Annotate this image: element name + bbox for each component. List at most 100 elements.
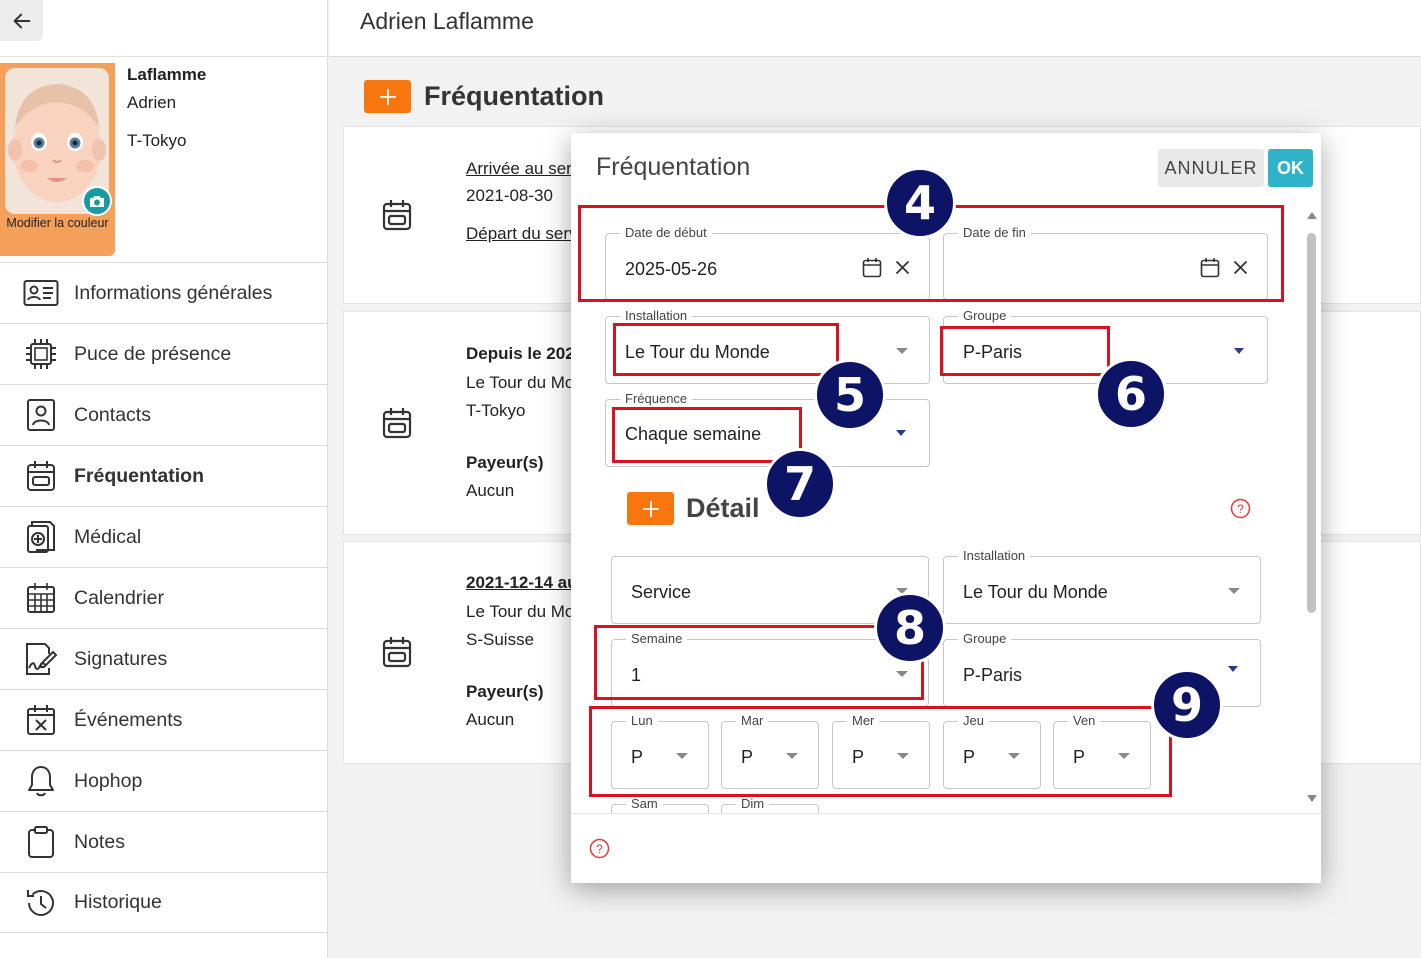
event-icon xyxy=(23,702,59,738)
field-label: Groupe xyxy=(958,308,1012,324)
camera-button[interactable] xyxy=(82,186,112,216)
nav-item-contacts[interactable]: Contacts xyxy=(0,384,328,445)
chevron-down-icon xyxy=(1234,348,1244,354)
highlight-frequency xyxy=(612,407,802,463)
payer-value: Aucun xyxy=(466,481,515,500)
page-title: Adrien Laflamme xyxy=(360,8,534,34)
field-label: Sam xyxy=(626,796,663,812)
history-icon xyxy=(23,885,59,921)
add-frequentation-button[interactable] xyxy=(364,80,411,113)
cancel-button[interactable]: ANNULER xyxy=(1158,149,1264,187)
nav-label: Calendrier xyxy=(74,586,164,609)
nav-item-evenements[interactable]: Événements xyxy=(0,689,328,750)
field-label: Groupe xyxy=(958,631,1012,647)
nav-item-frequentation[interactable]: Fréquentation xyxy=(0,445,328,506)
annotation-badge-8: 8 xyxy=(874,592,946,664)
card-group: S-Suisse xyxy=(466,630,535,649)
departure-label: Départ du serv xyxy=(466,224,578,243)
payer-label: Payeur(s) xyxy=(466,682,544,701)
annotation-badge-5: 5 xyxy=(814,359,886,431)
field-label: Fréquence xyxy=(620,391,693,407)
nav-label: Événements xyxy=(74,708,183,731)
card-installation: Le Tour du Mo xyxy=(466,373,575,392)
payer-label: Payeur(s) xyxy=(466,453,544,472)
annotation-badge-6: 6 xyxy=(1095,358,1167,430)
profile-photo-card[interactable]: Modifier la couleur xyxy=(0,63,115,256)
detail-group-value: P-Paris xyxy=(963,665,1023,685)
nav-label: Hophop xyxy=(74,769,143,792)
field-label: Installation xyxy=(620,308,693,324)
plus-icon xyxy=(379,88,396,105)
add-detail-button[interactable] xyxy=(627,492,674,525)
chevron-down-icon xyxy=(896,348,908,354)
help-icon[interactable]: ? xyxy=(589,838,610,859)
nav-item-historique[interactable]: Historique xyxy=(0,872,328,933)
calendar-icon xyxy=(382,200,412,231)
annotation-badge-9: 9 xyxy=(1151,669,1223,741)
scrollbar-thumb[interactable] xyxy=(1307,233,1316,613)
profile-group: T-Tokyo xyxy=(127,131,187,150)
nav-label: Notes xyxy=(74,830,125,853)
detail-installation-select[interactable]: Installation Le Tour du Monde xyxy=(943,548,1261,624)
sidebar-nav: Informations générales Puce de présence … xyxy=(0,262,328,933)
nav-item-informations[interactable]: Informations générales xyxy=(0,262,328,323)
nav-label: Signatures xyxy=(74,647,168,670)
field-label: Dim xyxy=(736,796,770,812)
clipboard-icon xyxy=(23,824,59,860)
card-group: T-Tokyo xyxy=(466,401,526,420)
contact-icon xyxy=(23,397,59,433)
highlight-installation xyxy=(613,323,839,376)
nav-item-notes[interactable]: Notes xyxy=(0,811,328,872)
day-select-dim[interactable]: Dim xyxy=(721,796,819,813)
id-card-icon xyxy=(23,275,59,311)
section-title: Fréquentation xyxy=(424,81,604,111)
since-date: Depuis le 202 xyxy=(466,344,575,363)
ok-button[interactable]: OK xyxy=(1268,149,1313,187)
annotation-badge-7: 7 xyxy=(764,448,836,520)
nav-item-signatures[interactable]: Signatures xyxy=(0,628,328,689)
nav-item-medical[interactable]: Médical xyxy=(0,506,328,567)
bell-icon xyxy=(23,763,59,799)
help-icon[interactable]: ? xyxy=(1230,498,1251,519)
profile-first-name: Adrien xyxy=(127,93,177,112)
detail-header: Détail xyxy=(627,492,760,525)
scroll-up-icon[interactable] xyxy=(1306,211,1318,220)
dialog-title: Fréquentation xyxy=(596,153,751,181)
service-value: Service xyxy=(631,582,692,602)
svg-text:?: ? xyxy=(596,842,603,856)
arrow-left-icon xyxy=(13,13,30,28)
nav-label: Médical xyxy=(74,525,142,548)
signature-icon xyxy=(23,641,59,677)
day-select-sam[interactable]: Sam xyxy=(611,796,709,813)
chevron-down-icon xyxy=(896,430,906,436)
section-header: Fréquentation xyxy=(364,80,604,113)
calendar-grid-icon xyxy=(23,580,59,616)
dialog-footer: ? xyxy=(571,813,1321,883)
calendar-icon xyxy=(23,458,59,494)
sidebar: Modifier la couleur Laflamme Adrien T-To… xyxy=(0,0,328,958)
arrival-date: 2021-08-30 xyxy=(466,186,553,205)
nav-item-puce[interactable]: Puce de présence xyxy=(0,323,328,384)
highlight-group xyxy=(940,326,1110,376)
nav-item-hophop[interactable]: Hophop xyxy=(0,750,328,811)
chip-icon xyxy=(23,336,59,372)
arrival-label: Arrivée au serv xyxy=(466,159,581,178)
payer-value: Aucun xyxy=(466,710,515,729)
period-dates: 2021-12-14 au xyxy=(466,573,578,592)
nav-label: Contacts xyxy=(74,403,151,426)
plus-icon xyxy=(642,500,659,517)
detail-title: Détail xyxy=(686,493,760,523)
highlight-days xyxy=(589,706,1172,797)
annotation-badge-4: 4 xyxy=(884,167,956,239)
nav-label: Puce de présence xyxy=(74,342,232,365)
nav-item-calendrier[interactable]: Calendrier xyxy=(0,567,328,628)
nav-label: Historique xyxy=(74,891,162,913)
back-button[interactable] xyxy=(0,0,43,41)
medical-icon xyxy=(23,519,59,555)
scroll-down-icon[interactable] xyxy=(1306,794,1318,803)
calendar-icon xyxy=(382,408,412,439)
profile-last-name: Laflamme xyxy=(127,65,207,84)
chevron-down-icon xyxy=(1228,666,1238,672)
detail-installation-value: Le Tour du Monde xyxy=(963,582,1108,602)
nav-label: Informations générales xyxy=(74,281,273,304)
